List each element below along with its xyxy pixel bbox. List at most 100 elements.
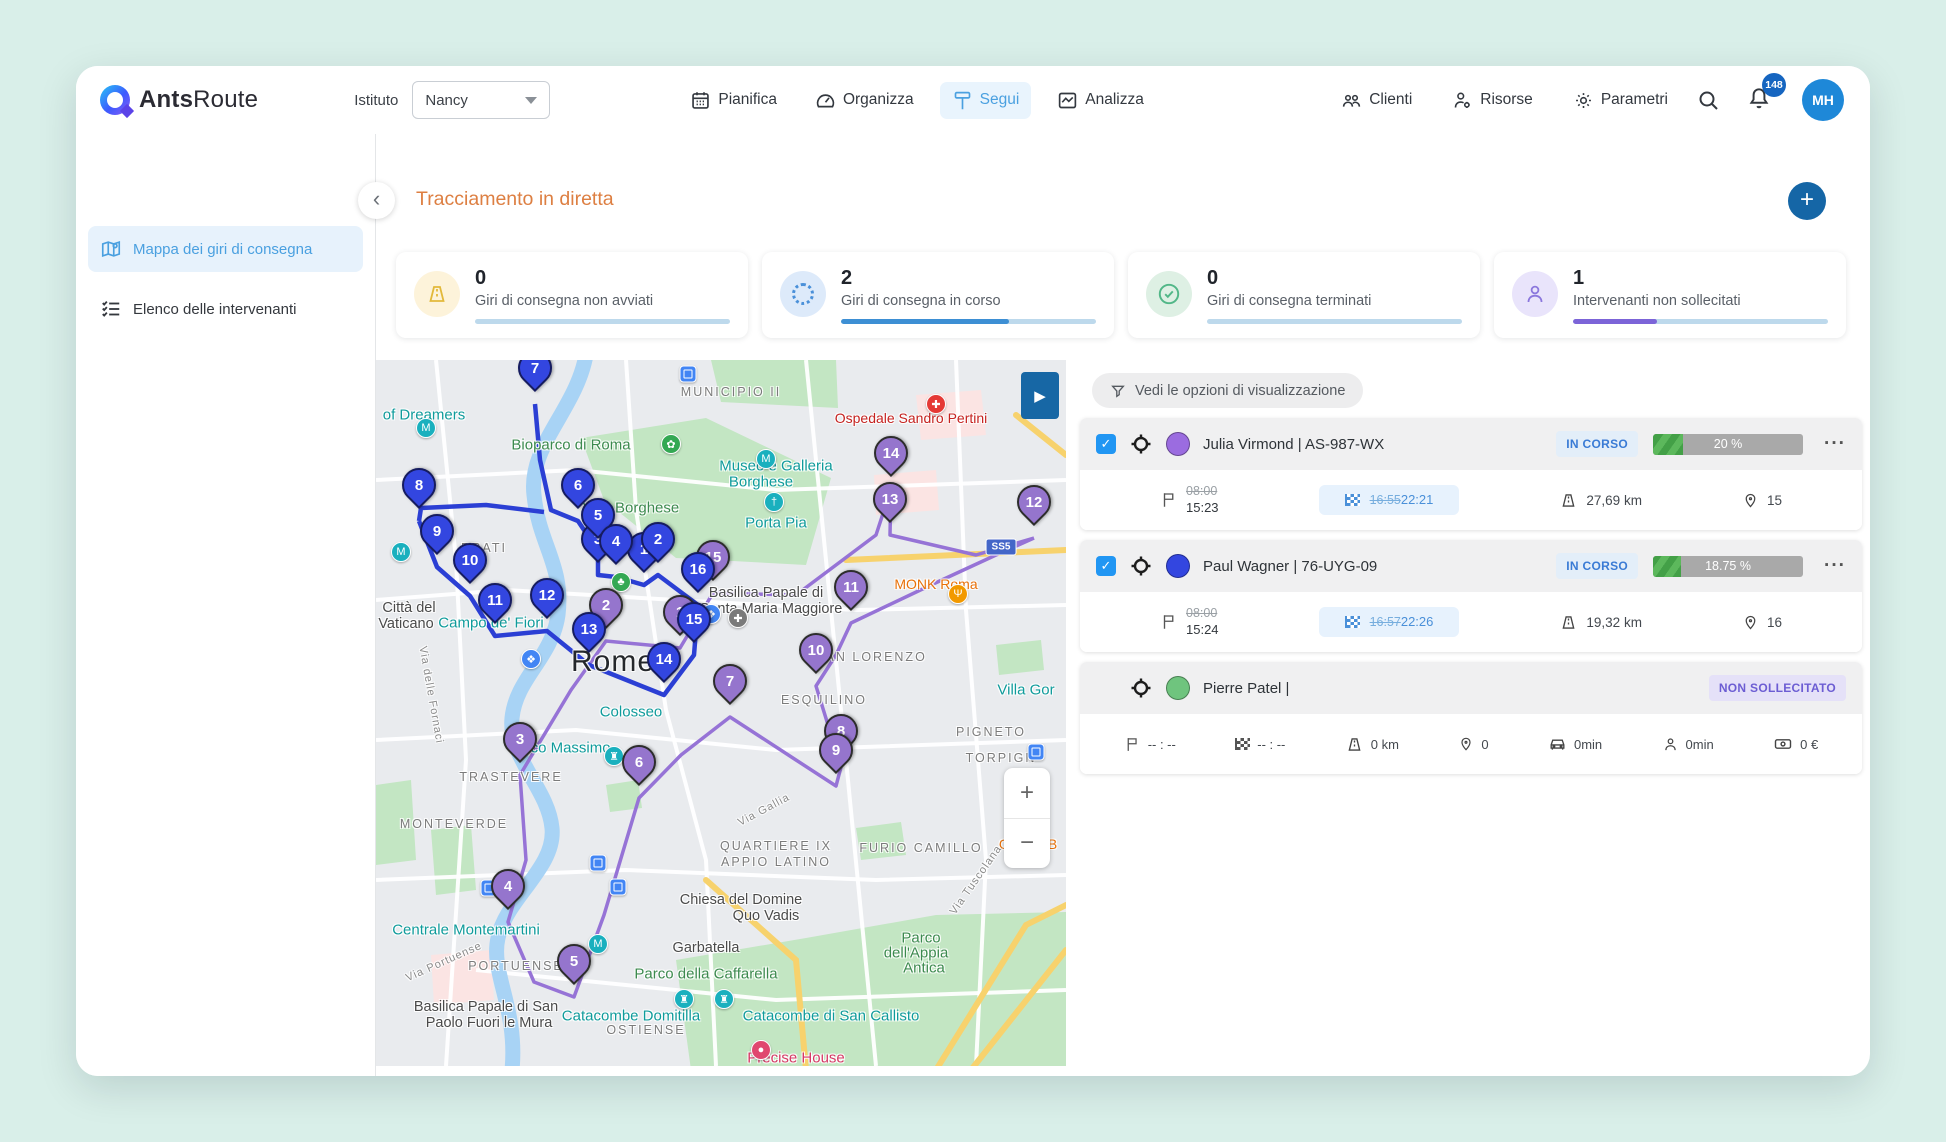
more-menu-button[interactable]: ··· bbox=[1824, 433, 1846, 455]
driver-card-pierre: Pierre Patel | NON SOLLECITATO -- : -- -… bbox=[1080, 662, 1862, 774]
avatar[interactable]: MH bbox=[1802, 79, 1844, 121]
map-label: Ospedale Sandro Pertini bbox=[835, 410, 988, 426]
sidebar-item-elenco[interactable]: Elenco delle intervenanti bbox=[88, 286, 363, 332]
tab-segui[interactable]: Segui bbox=[940, 82, 1032, 119]
locate-target-icon[interactable] bbox=[1129, 554, 1153, 578]
map-expand-button[interactable]: ▶ bbox=[1021, 372, 1059, 419]
distance-metric: 0 km bbox=[1345, 735, 1399, 754]
map-marker-blue-14[interactable]: 14 bbox=[640, 635, 688, 683]
map-poi-icon: M bbox=[588, 934, 608, 954]
sidebar-item-mappa[interactable]: Mappa dei giri di consegna bbox=[88, 226, 363, 272]
map-poi-icon: ♜ bbox=[714, 989, 734, 1009]
zoom-in-button[interactable]: + bbox=[1004, 768, 1050, 819]
org-label: Istituto bbox=[354, 92, 398, 109]
driver-avatar bbox=[1166, 676, 1190, 700]
nav-parametri[interactable]: Parametri bbox=[1561, 82, 1680, 119]
map-marker-blue-12[interactable]: 12 bbox=[523, 571, 571, 619]
map-label: QUARTIERE IX bbox=[720, 839, 832, 853]
map-marker-blue-8[interactable]: 8 bbox=[395, 461, 443, 509]
end-time-metric: -- : -- bbox=[1235, 737, 1285, 752]
locate-target-icon[interactable] bbox=[1129, 676, 1153, 700]
driver-checkbox[interactable] bbox=[1096, 434, 1116, 454]
start-time-metric: -- : -- bbox=[1124, 735, 1176, 754]
map-marker-purple-4[interactable]: 4 bbox=[484, 862, 532, 910]
driver-detail-row: 08:0015:23 16:5522:21 27,69 km 15 bbox=[1080, 470, 1862, 530]
flag-icon bbox=[1160, 612, 1178, 632]
driver-header[interactable]: Paul Wagner | 76-UYG-09 IN CORSO 18.75 %… bbox=[1080, 540, 1862, 592]
driver-name: Paul Wagner | 76-UYG-09 bbox=[1203, 558, 1543, 575]
display-options-button[interactable]: Vedi le opzioni di visualizzazione bbox=[1092, 373, 1363, 408]
map-label: PORTUENSE bbox=[468, 959, 564, 973]
map-label: Parco bbox=[901, 930, 940, 947]
nav-clienti[interactable]: Clienti bbox=[1329, 82, 1424, 119]
end-time-metric: 16:5522:21 bbox=[1319, 485, 1460, 515]
map-label: OSTIENSE bbox=[606, 1023, 685, 1037]
tab-analizza[interactable]: Analizza bbox=[1045, 82, 1156, 119]
tab-organizza[interactable]: Organizza bbox=[803, 82, 926, 119]
stops-metric: 0 bbox=[1458, 735, 1488, 753]
map-label: Via delle Fornaci bbox=[417, 645, 446, 744]
driver-checkbox[interactable] bbox=[1096, 556, 1116, 576]
map-marker-purple-13[interactable]: 13 bbox=[866, 475, 914, 523]
map-label: Basilica Papale di San bbox=[414, 999, 558, 1015]
pin-icon bbox=[1742, 613, 1759, 632]
map-marker-blue-11[interactable]: 11 bbox=[471, 576, 519, 624]
map-marker-blue-9[interactable]: 9 bbox=[413, 507, 461, 555]
road-icon bbox=[1345, 735, 1364, 754]
nav-right: Clienti Risorse Parametri 148 MH bbox=[1329, 79, 1844, 121]
brand-logo[interactable]: AntsRoute bbox=[100, 85, 258, 115]
add-button[interactable]: + bbox=[1788, 182, 1826, 220]
nav-risorse[interactable]: Risorse bbox=[1440, 82, 1545, 119]
stat-value: 2 bbox=[841, 267, 1096, 290]
driver-card-paul: Paul Wagner | 76-UYG-09 IN CORSO 18.75 %… bbox=[1080, 540, 1862, 652]
map-marker-blue-10[interactable]: 10 bbox=[446, 536, 494, 584]
map-marker-purple-6[interactable]: 6 bbox=[615, 738, 663, 786]
driver-header[interactable]: Julia Virmond | AS-987-WX IN CORSO 20 % … bbox=[1080, 418, 1862, 470]
distance-metric: 19,32 km bbox=[1559, 613, 1642, 632]
pin-icon bbox=[1742, 491, 1759, 510]
map-poi-icon: † bbox=[764, 492, 784, 512]
stat-value: 1 bbox=[1573, 267, 1828, 290]
notifications-button[interactable]: 148 bbox=[1746, 85, 1772, 116]
road-badge-ss5: SS5 bbox=[986, 539, 1017, 556]
map-poi-icon: M bbox=[391, 542, 411, 562]
map-marker-purple-10[interactable]: 10 bbox=[792, 626, 840, 674]
map-marker-purple-3[interactable]: 3 bbox=[496, 715, 544, 763]
cost-metric: 0 € bbox=[1773, 734, 1818, 754]
stat-card-terminati: 0 Giri di consegna terminati bbox=[1128, 252, 1480, 338]
back-button[interactable]: ‹ bbox=[358, 182, 395, 219]
more-menu-button[interactable]: ··· bbox=[1824, 555, 1846, 577]
map[interactable]: of DreamersMUNICIPIO IIOspedale Sandro P… bbox=[376, 360, 1066, 1066]
driver-avatar bbox=[1166, 554, 1190, 578]
tab-pianifica[interactable]: Pianifica bbox=[678, 82, 789, 119]
org-select[interactable]: Nancy bbox=[412, 81, 550, 119]
map-label: Rome bbox=[571, 645, 655, 679]
people-icon bbox=[1341, 90, 1362, 111]
locate-target-icon[interactable] bbox=[1129, 432, 1153, 456]
page-title: Tracciamento in diretta bbox=[416, 188, 614, 211]
distance-metric: 27,69 km bbox=[1559, 491, 1642, 510]
driver-detail-row: 08:0015:24 16:5722:26 19,32 km 16 bbox=[1080, 592, 1862, 652]
map-marker-purple-14[interactable]: 14 bbox=[867, 429, 915, 477]
notification-badge: 148 bbox=[1762, 73, 1786, 97]
search-button[interactable] bbox=[1696, 88, 1720, 112]
map-marker-purple-7[interactable]: 7 bbox=[706, 657, 754, 705]
map-label: Via Tuscolana bbox=[948, 843, 1005, 917]
map-marker-purple-12[interactable]: 12 bbox=[1010, 478, 1058, 526]
map-label: Garbatella bbox=[673, 940, 740, 956]
chevron-down-icon bbox=[525, 97, 537, 104]
car-icon bbox=[1548, 735, 1567, 754]
map-label: Paolo Fuori le Mura bbox=[426, 1015, 553, 1031]
map-label: Colosseo bbox=[600, 704, 663, 721]
stat-card-non-avviati: 0 Giri di consegna non avviati bbox=[396, 252, 748, 338]
driver-header[interactable]: Pierre Patel | NON SOLLECITATO bbox=[1080, 662, 1862, 714]
zoom-out-button[interactable]: − bbox=[1004, 819, 1050, 869]
tracking-panel: Vedi le opzioni di visualizzazione Julia… bbox=[1080, 360, 1862, 1076]
map-label: Chiesa del Domine bbox=[680, 892, 803, 908]
start-time-metric: 08:0015:23 bbox=[1160, 484, 1219, 516]
stat-label: Giri di consegna in corso bbox=[841, 293, 1096, 309]
map-marker-purple-11[interactable]: 11 bbox=[827, 563, 875, 611]
org-select-value: Nancy bbox=[425, 92, 468, 109]
map-marker-blue-7[interactable]: 7 bbox=[511, 360, 559, 392]
map-zoom-controls: + − bbox=[1004, 768, 1050, 868]
